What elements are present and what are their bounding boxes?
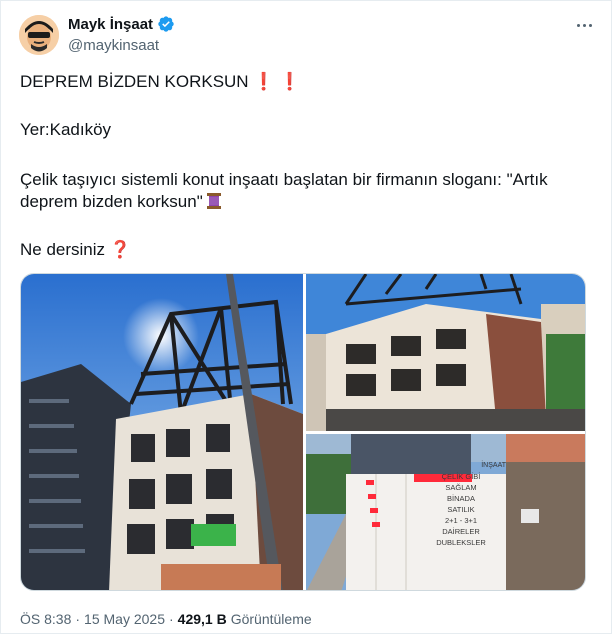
photo-sign-bottom-right[interactable]: İNŞAAT ÇELİK GİBİ SAĞLAM BİNADA SATILIK … [306, 434, 585, 590]
more-options-icon[interactable] [571, 15, 597, 35]
view-count: 429,1 B [177, 611, 227, 627]
tweet-headline: DEPREM BİZDEN KORKSUN [20, 72, 249, 91]
photo-building-left[interactable] [21, 274, 303, 590]
display-name[interactable]: Mayk İnşaat [68, 16, 153, 33]
tweet-text-line4: Ne dersiniz ❓ [20, 239, 131, 261]
tweet-text-line3a: Çelik taşıyıcı sistemli konut inşaatı ba… [20, 170, 548, 189]
sign-text-block: İNŞAAT ÇELİK GİBİ SAĞLAM BİNADA SATILIK … [416, 460, 506, 548]
tweet-slogan-text: deprem bizden korksun" [20, 192, 203, 211]
thread-spool-emoji-icon [207, 193, 222, 209]
tweet-card: Mayk İnşaat @maykinsaat DEPREM BİZDEN KO… [0, 0, 612, 634]
sign-line: SAĞLAM [445, 483, 477, 492]
tweet-text-line3b: deprem bizden korksun" [20, 191, 222, 213]
sign-line: SATILIK [447, 505, 475, 514]
verified-badge-icon [158, 16, 174, 32]
photo-building-top-right[interactable] [306, 274, 585, 431]
sign-line: BİNADA [447, 494, 475, 503]
tweet-time[interactable]: ÖS 8:38 [20, 611, 71, 627]
tweet-text-line2: Yer:Kadıköy [20, 120, 112, 139]
tweet-meta: ÖS 8:38 · 15 May 2025 · 429,1 B Görüntül… [20, 611, 312, 627]
tweet-question: Ne dersiniz [20, 240, 106, 259]
meta-separator: · [75, 611, 81, 627]
tweet-text-line1: DEPREM BİZDEN KORKSUN ❗ ❗ [20, 71, 300, 93]
exclamation-emoji-icon: ❗ ❗ [253, 72, 301, 91]
tweet-date[interactable]: 15 May 2025 [84, 611, 165, 627]
avatar[interactable] [19, 15, 59, 55]
author-name-row: Mayk İnşaat [68, 15, 175, 33]
sign-line: ÇELİK GİBİ [441, 472, 481, 481]
avatar-illustration [19, 15, 59, 55]
view-count-label: Görüntüleme [230, 611, 312, 627]
media-grid: İNŞAAT ÇELİK GİBİ SAĞLAM BİNADA SATILIK … [20, 273, 586, 591]
sign-header: İNŞAAT [481, 462, 506, 469]
meta-separator: · [169, 611, 174, 627]
sign-line: DAİRELER [442, 527, 480, 536]
author-handle[interactable]: @maykinsaat [68, 37, 159, 54]
question-emoji-icon: ❓ [109, 240, 131, 259]
sign-line: 2+1 - 3+1 [444, 516, 478, 525]
sign-line: DUBLEKSLER [436, 538, 486, 547]
